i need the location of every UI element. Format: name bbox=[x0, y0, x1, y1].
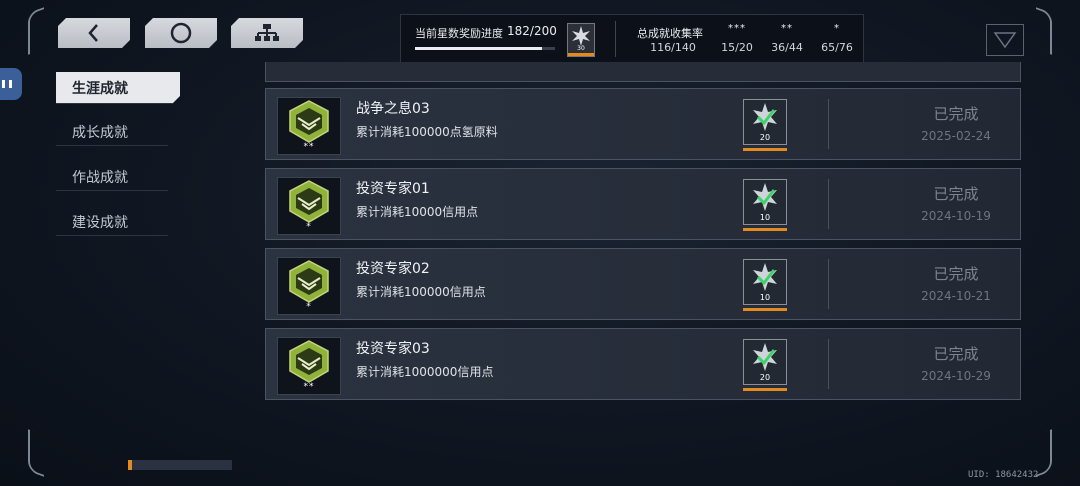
home-button[interactable] bbox=[145, 18, 217, 48]
vertical-divider bbox=[828, 99, 837, 149]
reward-accent-bar bbox=[743, 228, 787, 231]
achievement-card[interactable]: ** 战争之息03 累计消耗100000点氢原料 20 已完成 2025-02-… bbox=[265, 88, 1021, 160]
frame-corner-top-left bbox=[28, 7, 44, 55]
completion-date: 2024-10-29 bbox=[921, 369, 991, 383]
frame-corner-bottom-left bbox=[28, 429, 44, 477]
achievement-title: 投资专家02 bbox=[356, 261, 430, 277]
achievement-desc: 累计消耗10000信用点 bbox=[356, 205, 479, 219]
frame-corner-top-right bbox=[1036, 7, 1052, 55]
nav-construction-achievements[interactable]: 建设成就 bbox=[56, 208, 168, 236]
medal-icon: * bbox=[277, 257, 341, 315]
status-text: 已完成 bbox=[933, 265, 979, 283]
achievement-desc: 累计消耗1000000信用点 bbox=[356, 365, 494, 379]
nav-growth-achievements[interactable]: 成长成就 bbox=[56, 118, 168, 146]
vertical-divider bbox=[828, 259, 837, 309]
achievement-title: 投资专家01 bbox=[356, 181, 430, 197]
reward-accent-bar bbox=[743, 388, 787, 391]
achievement-card-partial bbox=[265, 62, 1021, 82]
medal-stars: * bbox=[306, 302, 312, 312]
reward-accent-bar bbox=[568, 53, 594, 56]
star-progress-value: 182/200 bbox=[507, 24, 557, 38]
reward-amount: 10 bbox=[759, 213, 771, 222]
col-value: 116/140 bbox=[650, 41, 696, 54]
hierarchy-icon bbox=[254, 23, 280, 43]
completion-date: 2024-10-19 bbox=[921, 209, 991, 223]
one-star-col: * 65/76 bbox=[807, 23, 867, 54]
achievement-desc: 累计消耗100000点氢原料 bbox=[356, 125, 498, 139]
achievement-title: 投资专家03 bbox=[356, 341, 430, 357]
bottom-decoration bbox=[128, 460, 232, 470]
progress-panel: 当前星数奖励进度 182/200 30 总成就收集率 116/140 *** 1… bbox=[400, 14, 864, 64]
reward-amount: 10 bbox=[759, 293, 771, 302]
nav-combat-achievements[interactable]: 作战成就 bbox=[56, 163, 168, 191]
reward-star-icon[interactable]: 20 bbox=[743, 339, 787, 391]
medal-stars: ** bbox=[303, 382, 315, 392]
col-stars bbox=[643, 23, 703, 37]
reward-amount: 20 bbox=[759, 133, 771, 142]
medal-stars: ** bbox=[303, 142, 315, 152]
reward-star-icon[interactable]: 10 bbox=[743, 259, 787, 311]
status-text: 已完成 bbox=[933, 105, 979, 123]
reward-accent-bar bbox=[743, 308, 787, 311]
completion-date: 2024-10-21 bbox=[921, 289, 991, 303]
medal-icon: * bbox=[277, 177, 341, 235]
star-reward-amount: 30 bbox=[577, 45, 585, 52]
dropdown-icon[interactable] bbox=[986, 24, 1024, 56]
hierarchy-button[interactable] bbox=[231, 18, 303, 48]
achievement-list[interactable]: ** 战争之息03 累计消耗100000点氢原料 20 已完成 2025-02-… bbox=[263, 62, 1022, 412]
star-progress-fill bbox=[415, 47, 543, 50]
col-stars: * bbox=[834, 23, 840, 34]
completion-date: 2025-02-24 bbox=[921, 129, 991, 143]
achievement-title: 战争之息03 bbox=[356, 101, 430, 117]
achievement-card[interactable]: * 投资专家01 累计消耗10000信用点 10 已完成 2024-10-19 bbox=[265, 168, 1021, 240]
total-collection-col: 116/140 bbox=[643, 23, 703, 54]
star-progress-bar bbox=[415, 47, 555, 50]
achievement-desc: 累计消耗100000信用点 bbox=[356, 285, 486, 299]
divider bbox=[615, 21, 616, 57]
medal-stars: * bbox=[306, 222, 312, 232]
nav-career-achievements[interactable]: 生涯成就 bbox=[56, 72, 180, 104]
reward-accent-bar bbox=[743, 148, 787, 151]
status-text: 已完成 bbox=[933, 185, 979, 203]
col-value: 65/76 bbox=[821, 41, 853, 54]
medal-icon: ** bbox=[277, 337, 341, 395]
achievement-card[interactable]: ** 投资专家03 累计消耗1000000信用点 20 已完成 2024-10-… bbox=[265, 328, 1021, 400]
achievement-card[interactable]: * 投资专家02 累计消耗100000信用点 10 已完成 2024-10-21 bbox=[265, 248, 1021, 320]
status-text: 已完成 bbox=[933, 345, 979, 363]
uid-label: UID: 18642432 bbox=[968, 470, 1039, 480]
vertical-divider bbox=[828, 339, 837, 389]
reward-star-icon[interactable]: 10 bbox=[743, 179, 787, 231]
star-reward-box[interactable]: 30 bbox=[567, 23, 595, 57]
side-avatar-icon[interactable] bbox=[0, 68, 22, 100]
back-arrow-icon bbox=[86, 23, 102, 43]
back-button[interactable] bbox=[58, 18, 130, 48]
circle-icon bbox=[169, 21, 193, 45]
reward-star-icon[interactable]: 20 bbox=[743, 99, 787, 151]
vertical-divider bbox=[828, 179, 837, 229]
reward-amount: 20 bbox=[759, 373, 771, 382]
star-progress-label: 当前星数奖励进度 bbox=[415, 27, 503, 40]
medal-icon: ** bbox=[277, 97, 341, 155]
